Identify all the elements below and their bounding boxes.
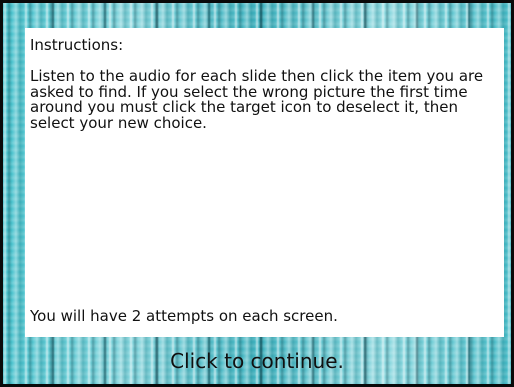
slide-frame: Instructions: Listen to the audio for ea… — [0, 0, 514, 387]
attempts-note: You will have 2 attempts on each screen. — [30, 307, 338, 325]
continue-button[interactable]: Click to continue. — [3, 348, 511, 374]
instructions-text: Listen to the audio for each slide then … — [30, 67, 484, 132]
instructions-heading: Instructions: — [30, 36, 124, 54]
instructions-panel: Instructions: Listen to the audio for ea… — [25, 28, 504, 337]
